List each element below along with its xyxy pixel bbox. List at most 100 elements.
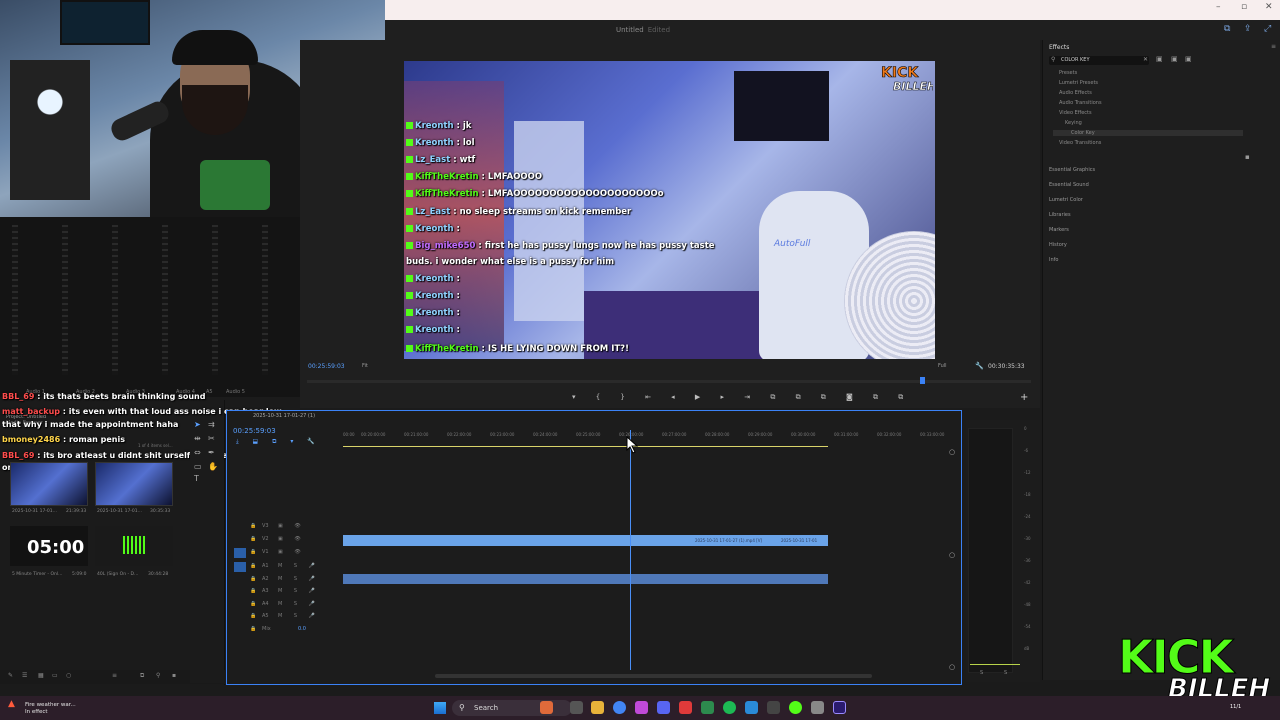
fullscreen-icon[interactable]: ⤢	[1264, 24, 1271, 34]
track-select-tool-icon[interactable]: ⇉	[208, 420, 215, 429]
taskbar-app-icon[interactable]	[701, 701, 714, 714]
automate-icon[interactable]: ⧉	[140, 672, 144, 680]
timeline-settings-icons[interactable]: ⤓ ⬓ ⧉ ▾ 🔧	[236, 438, 321, 446]
sequence-tab[interactable]: 2025-10-31 17-01-27 (1)	[253, 413, 315, 419]
panel-section-tab[interactable]: Essential Graphics	[1049, 167, 1095, 173]
accelerated-effects-icon[interactable]: ▣	[1156, 55, 1163, 63]
track-source-patch[interactable]	[234, 600, 246, 610]
spotify-icon[interactable]	[723, 701, 736, 714]
track-source-patch[interactable]	[234, 548, 246, 558]
lock-icon[interactable]: 🔒	[250, 549, 256, 555]
transport-controls[interactable]: ▾ { } ⇤ ◂ ▶ ▸ ⇥ ⧉ ⧉ ⧉ ◙ ⧉ ⧉	[572, 393, 912, 402]
timeline-ruler[interactable]: 00:00 00:20:00:00 00:21:00:00 00:22:00:00 00…	[343, 430, 950, 446]
program-monitor-video[interactable]: AutoFull KICK BILLEH Kreonth : jk Kreonth…	[404, 61, 935, 359]
audio-clip[interactable]	[343, 574, 828, 584]
effects-tree-item[interactable]: Audio Transitions	[1053, 100, 1102, 106]
project-clip-thumbnail[interactable]	[10, 462, 88, 506]
track-mute-solo-icon[interactable]: M S 🎤	[278, 601, 320, 607]
track-mute-solo-icon[interactable]: M S 🎤	[278, 613, 320, 619]
taskbar-app-icon[interactable]	[767, 701, 780, 714]
solo-button[interactable]: S	[1004, 670, 1007, 676]
panel-section-tab[interactable]: Info	[1049, 257, 1058, 263]
track-visibility-icon[interactable]: ▣ 👁	[278, 549, 306, 555]
track-source-patch[interactable]	[234, 612, 246, 622]
panel-section-tab[interactable]: History	[1049, 242, 1067, 248]
effects-tree-item[interactable]: Color Key	[1053, 130, 1243, 136]
clear-search-icon[interactable]: ✕	[1143, 56, 1148, 63]
kick-app-icon[interactable]	[789, 701, 802, 714]
pen-tool-icon[interactable]: ✒	[208, 448, 215, 457]
work-area-bar[interactable]	[343, 446, 828, 447]
track-mute-solo-icon[interactable]: M S 🎤	[278, 588, 320, 594]
program-playhead[interactable]	[920, 377, 925, 384]
effects-tree-item[interactable]: Audio Effects	[1053, 90, 1092, 96]
panel-menu-icon[interactable]: ≡	[1271, 43, 1276, 50]
track-header[interactable]: 🔒 A5 M S 🎤	[232, 612, 340, 623]
discord-icon[interactable]	[657, 701, 670, 714]
program-timecode[interactable]: 00:25:59:03	[308, 363, 345, 370]
task-view-icon[interactable]	[570, 701, 583, 714]
resolution-dropdown[interactable]: Full	[938, 363, 947, 369]
track-source-patch[interactable]	[234, 587, 246, 597]
track-source-patch[interactable]	[234, 522, 246, 532]
effects-tree-item[interactable]: Video Effects	[1053, 110, 1092, 116]
mix-value[interactable]: 0.0	[298, 626, 306, 632]
timeline-horizontal-scrollbar[interactable]	[435, 674, 872, 678]
effects-search-input[interactable]: COLOR KEY	[1049, 56, 1149, 65]
search-bin-icon[interactable]: ⚲	[156, 672, 160, 679]
track-header[interactable]: 🔒 A2 M S 🎤	[232, 575, 340, 586]
settings-icon[interactable]	[811, 701, 824, 714]
icon-view-icon[interactable]: ▦	[38, 672, 44, 679]
type-tool-icon[interactable]: T	[194, 474, 199, 483]
list-view-icon[interactable]: ☰	[22, 672, 27, 679]
scroll-handle-bottom[interactable]: ○	[949, 663, 955, 671]
track-visibility-icon[interactable]: ▣ 👁	[278, 536, 306, 542]
zoom-slider-icon[interactable]: ○	[66, 672, 71, 679]
taskbar-app-icon[interactable]	[679, 701, 692, 714]
pencil-icon[interactable]: ✎	[8, 672, 13, 679]
track-source-patch[interactable]	[234, 562, 246, 572]
timeline-timecode[interactable]: 00:25:59:03	[233, 427, 276, 435]
taskbar-search[interactable]: ⚲ Search	[452, 700, 572, 716]
solo-button[interactable]: S	[980, 670, 983, 676]
effects-tree-item[interactable]: Keying	[1053, 120, 1082, 126]
track-visibility-icon[interactable]: ▣ 👁	[278, 523, 306, 529]
lock-icon[interactable]: 🔒	[250, 626, 256, 632]
track-source-patch[interactable]	[234, 575, 246, 585]
minimize-button[interactable]: –	[1216, 2, 1221, 12]
ripple-edit-tool-icon[interactable]: ⇹	[194, 434, 201, 443]
panel-section-tab[interactable]: Markers	[1049, 227, 1069, 233]
track-header[interactable]: 🔒 V1 ▣ 👁	[232, 548, 340, 559]
32bit-effects-icon[interactable]: ▣	[1171, 55, 1178, 63]
freeform-view-icon[interactable]: ▭	[52, 672, 58, 679]
track-header[interactable]: 🔒 V3 ▣ 👁	[232, 522, 340, 533]
lock-icon[interactable]: 🔒	[250, 601, 256, 607]
track-mute-solo-icon[interactable]: M S 🎤	[278, 563, 320, 569]
lock-icon[interactable]: 🔒	[250, 576, 256, 582]
workspace-icon[interactable]: ⧉	[1224, 24, 1230, 34]
slip-tool-icon[interactable]: ⇔	[194, 448, 201, 457]
panel-section-tab[interactable]: Essential Sound	[1049, 182, 1089, 188]
effects-tree-item[interactable]: Presets	[1053, 70, 1077, 76]
new-bin-icon[interactable]: ▪	[1245, 153, 1250, 161]
track-header[interactable]: 🔒 A4 M S 🎤	[232, 600, 340, 611]
new-item-icon[interactable]: ▪	[172, 672, 176, 679]
zoom-fit-dropdown[interactable]: Fit	[362, 363, 368, 369]
premiere-pro-icon[interactable]	[833, 701, 846, 714]
razor-tool-icon[interactable]: ✂	[208, 434, 215, 443]
lock-icon[interactable]: 🔒	[250, 563, 256, 569]
taskbar-app-icon[interactable]	[635, 701, 648, 714]
wrench-icon[interactable]: 🔧	[975, 362, 984, 370]
selection-tool-icon[interactable]: ➤	[194, 420, 201, 429]
taskbar-app-icon[interactable]	[540, 701, 553, 714]
yuv-effects-icon[interactable]: ▣	[1185, 55, 1192, 63]
taskbar-app-icon[interactable]	[745, 701, 758, 714]
file-explorer-icon[interactable]	[591, 701, 604, 714]
share-icon[interactable]: ⇪	[1244, 24, 1252, 34]
scroll-handle-top[interactable]: ○	[949, 448, 955, 456]
close-button[interactable]: ✕	[1265, 2, 1273, 12]
effects-tree-item[interactable]: Video Transitions	[1053, 140, 1101, 146]
taskbar-clock[interactable]: 11/1	[1230, 704, 1241, 710]
program-scrubber[interactable]	[307, 377, 1031, 384]
track-source-patch[interactable]	[234, 625, 246, 635]
